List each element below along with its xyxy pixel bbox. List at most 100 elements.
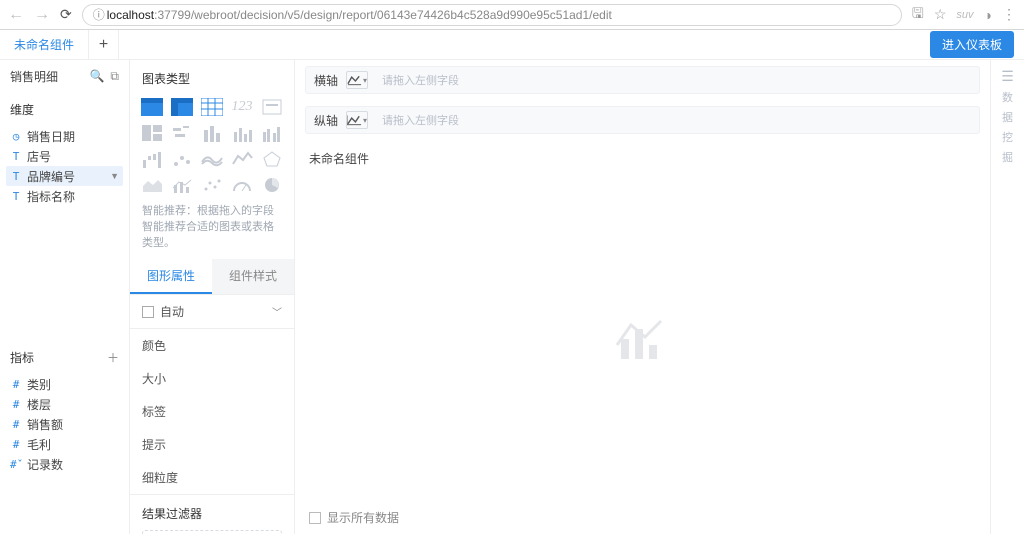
metric-field[interactable]: #ˇ记录数 [6,454,123,474]
drill-sidebar[interactable]: ☰ 数 据 挖 掘 [990,60,1024,534]
x-axis-label: 横轴 [314,72,338,89]
field-type-icon: T [10,170,22,183]
result-filter-dropzone[interactable]: 拖入字段 [142,530,282,534]
field-type-icon: # [10,398,22,411]
dimension-section-title: 维度 [0,93,129,126]
field-panel: 销售明细 🔍 ⧉ 维度 ◷销售日期T店号T品牌编号▼T指标名称 指标 ＋ #类别… [0,60,130,534]
empty-chart-placeholder-icon [613,315,673,364]
url-path: :37799/webroot/decision/v5/design/report… [154,8,612,22]
graph-property-row[interactable]: 细粒度 [130,461,294,494]
graph-property-label: 标签 [142,403,166,420]
metric-field[interactable]: # 楼层 [6,394,123,414]
add-metric-icon[interactable]: ＋ [107,349,119,366]
chart-type-combined[interactable] [170,175,194,195]
chart-type-area[interactable] [140,175,164,195]
chart-type-kpi[interactable] [260,97,284,117]
metric-section-title: 指标 [10,349,34,366]
translate-icon[interactable]: 🖫 [912,3,924,27]
field-type-icon: T [10,190,22,203]
metric-field[interactable]: # 类别 [6,374,123,394]
field-label: 指标名称 [27,188,75,205]
dimension-field[interactable]: T 品牌编号 ▼ [6,166,123,186]
show-all-data-checkbox[interactable] [309,512,321,524]
chart-type-cross-table[interactable] [170,97,194,117]
chevron-down-icon: ▼ [110,171,119,181]
field-label: 毛利 [27,436,51,453]
chart-type-detail-table[interactable] [200,97,224,117]
metric-field[interactable]: #销售额 [6,414,123,434]
chart-type-scatter[interactable] [200,175,224,195]
y-axis-placeholder: 请拖入左侧字段 [382,112,459,128]
reload-icon[interactable]: ⟳ [60,6,72,23]
component-title[interactable]: 未命名组件 [295,140,990,178]
chart-type-waterfall[interactable] [140,149,164,169]
extension-label: suv [956,9,973,21]
graph-property-label: 大小 [142,370,166,387]
chart-type-compare-column[interactable] [260,123,284,143]
field-type-icon: ◷ [10,130,22,143]
metric-field[interactable]: #毛利 [6,434,123,454]
field-type-icon: # [10,378,22,391]
chart-type-hint: 智能推荐：根据拖入的字段智能推荐合适的图表或表格类型。 [130,195,294,259]
top-toolbar: 未命名组件 + 进入仪表板 [0,30,1024,60]
shape-preview-icon [142,306,154,318]
dimension-field[interactable]: T 指标名称 [6,186,123,206]
url-field[interactable]: ⓘ localhost:37799/webroot/decision/v5/de… [82,4,902,26]
tab-graph-properties[interactable]: 图形属性 [130,259,212,294]
graph-property-row[interactable]: 提示 [130,428,294,461]
enter-dashboard-button[interactable]: 进入仪表板 [930,31,1014,58]
drill-label: 数 [1002,89,1013,105]
chart-type-radar[interactable] [260,149,284,169]
chart-type-group-table[interactable] [140,97,164,117]
chart-type-dot[interactable] [170,149,194,169]
dimension-field[interactable]: T店号 [6,146,123,166]
chart-type-partition[interactable] [140,123,164,143]
result-filter-title: 结果过滤器 [142,505,282,522]
add-component-button[interactable]: + [89,30,119,60]
y-axis-dropzone[interactable]: 纵轴 ▾ 请拖入左侧字段 [305,106,980,134]
graph-property-row[interactable]: 大小 [130,362,294,395]
chart-type-stream[interactable] [200,149,224,169]
field-label: 记录数 [27,456,63,473]
dimension-field[interactable]: ◷销售日期 [6,126,123,146]
chart-type-line[interactable] [230,149,254,169]
graph-property-row[interactable]: 颜色 [130,329,294,362]
x-axis-type-icon[interactable]: ▾ [346,71,368,89]
chart-type-word-cloud[interactable] [170,123,194,143]
field-label: 品牌编号 [27,168,75,185]
x-axis-dropzone[interactable]: 横轴 ▾ 请拖入左侧字段 [305,66,980,94]
graph-property-label: 细粒度 [142,469,178,486]
chart-config-panel: 图表类型 123 智能推荐：根据拖入的字段智能推荐合适的图表或表格类型。 [130,60,295,534]
bookmark-icon[interactable]: ☆ [934,6,947,23]
dataset-title: 销售明细 [10,68,58,85]
y-axis-label: 纵轴 [314,112,338,129]
chart-type-title: 图表类型 [130,60,294,97]
chart-type-gauge[interactable] [230,175,254,195]
join-icon[interactable]: ⧉ [110,69,119,84]
canvas-area: 横轴 ▾ 请拖入左侧字段 纵轴 ▾ 请拖入左侧字段 未命名组件 [295,60,990,534]
graph-shape-select[interactable]: 自动 ﹀ [130,295,294,329]
nav-back-icon: ← [8,6,24,24]
extension-icon[interactable]: ◑ [984,7,992,23]
chart-type-stack-column[interactable] [200,123,224,143]
component-tab[interactable]: 未命名组件 [0,30,89,60]
info-icon: ⓘ [93,6,105,23]
browser-address-bar: ← → ⟳ ⓘ localhost:37799/webroot/decision… [0,0,1024,30]
chart-type-grid: 123 [130,97,294,195]
tab-component-style[interactable]: 组件样式 [212,259,294,294]
chevron-down-icon: ﹀ [272,304,282,319]
search-icon[interactable]: 🔍 [89,69,104,84]
x-axis-placeholder: 请拖入左侧字段 [382,72,459,88]
y-axis-type-icon[interactable]: ▾ [346,111,368,129]
field-label: 楼层 [27,396,51,413]
field-label: 类别 [27,376,51,393]
field-type-icon: T [10,150,22,163]
chart-type-pie[interactable] [260,175,284,195]
drill-icon: ☰ [1001,68,1014,85]
chart-type-column[interactable] [230,123,254,143]
graph-shape-label: 自动 [160,303,184,320]
more-icon[interactable]: ⋮ [1002,6,1016,23]
show-all-data-label: 显示所有数据 [327,509,399,526]
graph-property-row[interactable]: 标签 [130,395,294,428]
chart-type-indicator[interactable]: 123 [230,97,254,117]
